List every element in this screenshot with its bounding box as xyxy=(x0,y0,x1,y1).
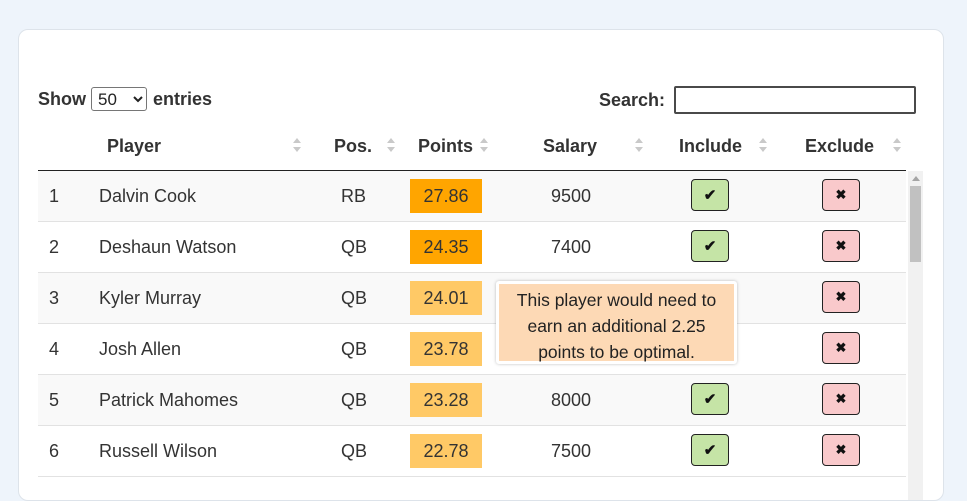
table-row: 6 Russell Wilson QB 22.78 7500 ✔ ✖ xyxy=(38,426,906,477)
check-icon: ✔ xyxy=(703,391,717,408)
table-row: 5 Patrick Mahomes QB 23.28 8000 ✔ ✖ xyxy=(38,375,906,426)
column-header-exclude[interactable]: Exclude xyxy=(805,130,874,170)
player-name: Dalvin Cook xyxy=(99,186,197,206)
table-body: 1 Dalvin Cook RB 27.86 9500 ✔ ✖ 2 Deshaun Watson… xyxy=(38,171,906,477)
close-icon: ✖ xyxy=(835,187,847,202)
column-header-include[interactable]: Include xyxy=(679,130,742,170)
scroll-up-icon[interactable] xyxy=(912,176,920,181)
close-icon: ✖ xyxy=(835,391,847,406)
scrollbar-thumb[interactable] xyxy=(910,186,921,262)
sort-icon[interactable] xyxy=(480,138,488,154)
table-header: Player Pos. Points Salary Include Exclud… xyxy=(38,130,906,171)
include-button[interactable]: ✔ xyxy=(691,383,729,415)
player-position: QB xyxy=(341,237,368,257)
player-position: QB xyxy=(341,441,368,461)
column-header-label: Exclude xyxy=(805,136,875,156)
search-input[interactable] xyxy=(674,86,917,114)
tooltip-line: earn an additional 2.25 xyxy=(527,316,706,336)
player-name: Russell Wilson xyxy=(99,441,218,461)
column-header-label: Pos. xyxy=(334,136,373,156)
vertical-scrollbar[interactable] xyxy=(908,171,923,500)
points-value: 23.78 xyxy=(410,332,482,366)
exclude-button[interactable]: ✖ xyxy=(822,179,860,211)
column-header-player[interactable]: Player xyxy=(107,130,161,170)
check-icon: ✔ xyxy=(703,442,717,459)
table-row: 3 Kyler Murray QB 24.01 ✖ xyxy=(38,273,906,324)
page-length-control: Show 50 entries xyxy=(38,87,212,111)
close-icon: ✖ xyxy=(835,442,847,457)
include-button[interactable]: ✔ xyxy=(691,434,729,466)
points-value: 24.01 xyxy=(410,281,482,315)
player-position: RB xyxy=(341,186,367,206)
sort-icon[interactable] xyxy=(893,138,901,154)
player-position: QB xyxy=(341,288,368,308)
table-row: 1 Dalvin Cook RB 27.86 9500 ✔ ✖ xyxy=(38,171,906,222)
check-icon: ✔ xyxy=(703,187,717,204)
column-header-label: Points xyxy=(418,136,474,156)
exclude-button[interactable]: ✖ xyxy=(822,383,860,415)
close-icon: ✖ xyxy=(835,238,847,253)
sort-icon[interactable] xyxy=(293,138,301,154)
salary-value: 9500 xyxy=(551,186,592,206)
player-position: QB xyxy=(341,339,368,359)
row-index: 2 xyxy=(49,237,60,257)
player-name: Josh Allen xyxy=(99,339,182,359)
table-card: Show 50 entries Search: Player Pos. Poin… xyxy=(18,29,944,501)
salary-value: 8000 xyxy=(551,390,592,410)
points-value: 24.35 xyxy=(410,230,482,264)
tooltip-line: This player would need to xyxy=(516,290,717,310)
row-index: 5 xyxy=(49,390,60,410)
player-name: Patrick Mahomes xyxy=(99,390,239,410)
table-row: 4 Josh Allen QB 23.78 ✖ xyxy=(38,324,906,375)
salary-value: 7400 xyxy=(551,237,592,257)
column-header-salary[interactable]: Salary xyxy=(543,130,597,170)
include-button[interactable]: ✔ xyxy=(691,179,729,211)
column-header-label: Salary xyxy=(543,136,598,156)
salary-value: 7500 xyxy=(551,441,592,461)
exclude-button[interactable]: ✖ xyxy=(822,281,860,313)
tooltip-line: points to be optimal. xyxy=(538,342,695,362)
entries-label: entries xyxy=(153,88,213,109)
sort-icon[interactable] xyxy=(635,138,643,154)
column-header-label: Player xyxy=(107,136,162,156)
search-label: Search: xyxy=(599,89,666,110)
table-row: 2 Deshaun Watson QB 24.35 7400 ✔ ✖ xyxy=(38,222,906,273)
column-header-points[interactable]: Points xyxy=(418,130,473,170)
row-index: 6 xyxy=(49,441,60,461)
player-name: Deshaun Watson xyxy=(99,237,237,257)
check-icon: ✔ xyxy=(703,238,717,255)
player-position: QB xyxy=(341,390,368,410)
row-index: 3 xyxy=(49,288,60,308)
points-tooltip: This player would need to earn an additi… xyxy=(496,281,737,364)
show-label: Show xyxy=(38,88,86,109)
sort-icon[interactable] xyxy=(759,138,767,154)
search-control: Search: xyxy=(599,86,917,114)
row-index: 1 xyxy=(49,186,60,206)
column-header-label: Include xyxy=(679,136,743,156)
points-value: 23.28 xyxy=(410,383,482,417)
sort-icon[interactable] xyxy=(387,138,395,154)
include-button[interactable]: ✔ xyxy=(691,230,729,262)
exclude-button[interactable]: ✖ xyxy=(822,332,860,364)
points-value: 22.78 xyxy=(410,434,482,468)
exclude-button[interactable]: ✖ xyxy=(822,230,860,262)
row-index: 4 xyxy=(49,339,60,359)
close-icon: ✖ xyxy=(835,340,847,355)
entries-select[interactable]: 50 xyxy=(91,87,147,111)
player-name: Kyler Murray xyxy=(99,288,202,308)
close-icon: ✖ xyxy=(835,289,847,304)
column-header-pos[interactable]: Pos. xyxy=(334,130,372,170)
exclude-button[interactable]: ✖ xyxy=(822,434,860,466)
points-value: 27.86 xyxy=(410,179,482,213)
